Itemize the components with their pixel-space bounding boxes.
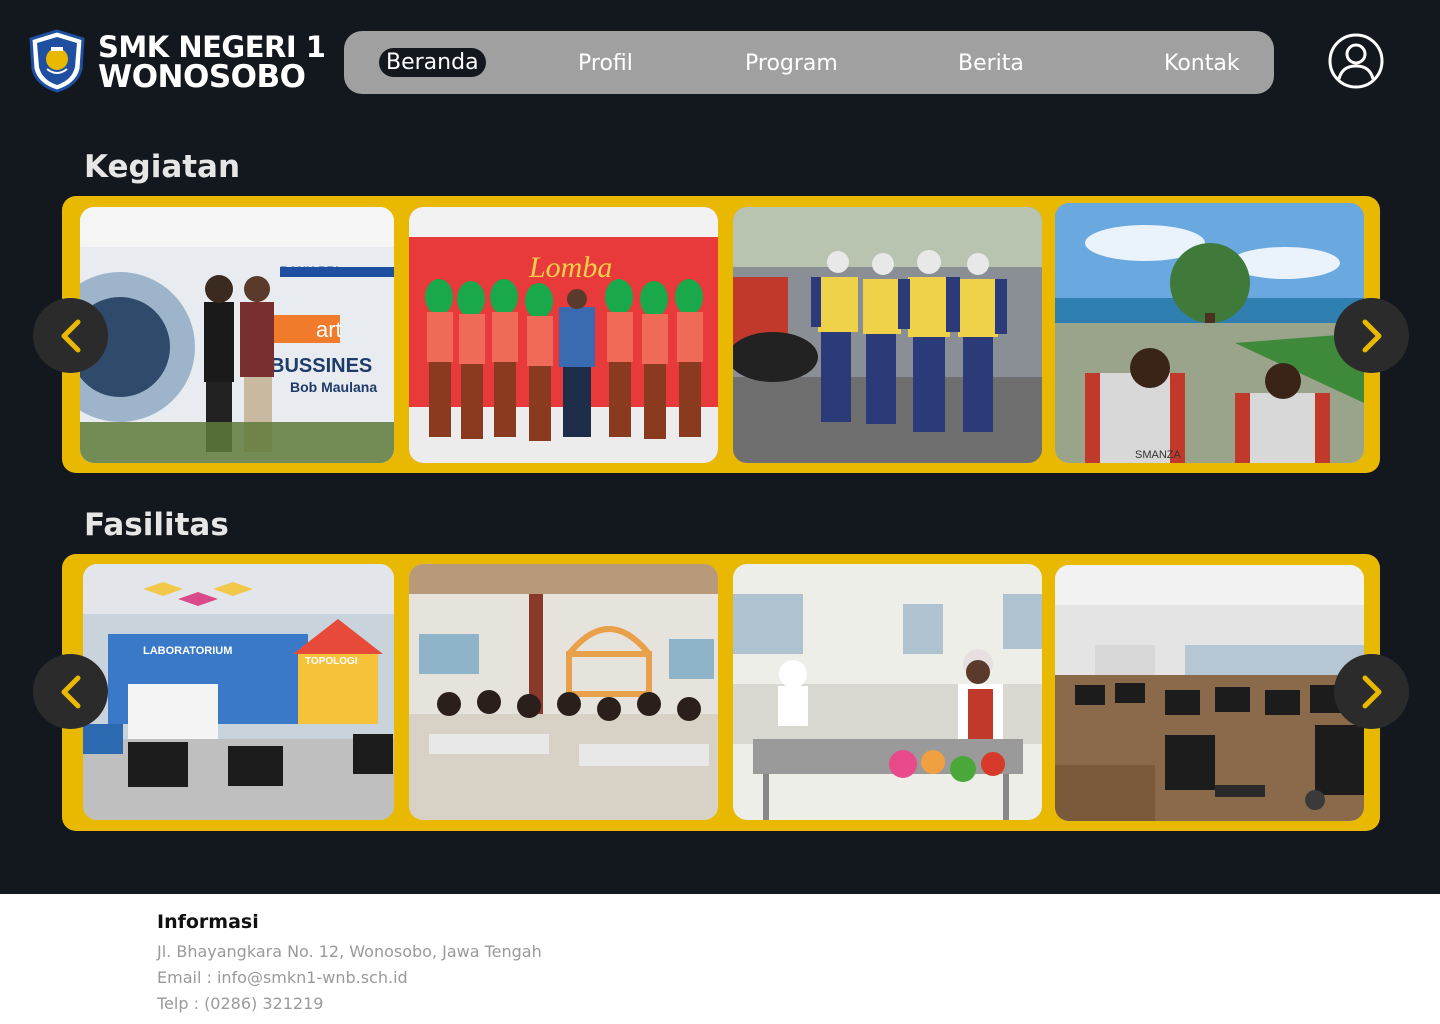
seminar-art-text: art (316, 317, 342, 342)
seminar-bank-text: BANK BRI (280, 264, 339, 278)
nav-item-profil[interactable]: Profil (578, 51, 633, 76)
kegiatan-photo-trip[interactable]: SMANZA (1055, 203, 1364, 463)
chevron-left-icon (61, 675, 80, 708)
nav-item-program[interactable]: Program (745, 51, 838, 76)
footer-address: Jl. Bhayangkara No. 12, Wonosobo, Jawa T… (157, 942, 542, 961)
user-profile-icon[interactable] (1328, 33, 1384, 89)
section-title-kegiatan: Kegiatan (84, 149, 241, 185)
main-nav: Beranda Profil Program Berita Kontak (344, 31, 1274, 94)
seminar-banner-sub: Bob Maulana (290, 379, 377, 395)
trip-shirt-text: SMANZA (1135, 449, 1182, 461)
brand-name: SMK NEGERI 1 WONOSOBO (98, 30, 326, 95)
topologi-sign-text: TOPOLOGI (305, 656, 358, 667)
section-title-fasilitas: Fasilitas (84, 507, 229, 543)
footer: Informasi Jl. Bhayangkara No. 12, Wonoso… (0, 894, 1440, 1024)
kegiatan-next-button[interactable] (1334, 298, 1409, 373)
chevron-right-icon (1362, 319, 1381, 352)
kegiatan-photo-seminar[interactable]: BANK BRI art BUSSINES Bob Maulana (80, 207, 394, 463)
fasilitas-next-button[interactable] (1334, 654, 1409, 729)
nav-item-berita[interactable]: Berita (958, 51, 1024, 76)
nav-item-beranda[interactable]: Beranda (379, 48, 486, 77)
kegiatan-photo-parade[interactable] (733, 207, 1042, 463)
chevron-left-icon (61, 319, 80, 352)
fasilitas-prev-button[interactable] (33, 654, 108, 729)
footer-phone[interactable]: Telp : (0286) 321219 (157, 994, 323, 1013)
footer-email[interactable]: Email : info@smkn1-wnb.sch.id (157, 968, 408, 987)
lab-sign-text: LABORATORIUM (143, 645, 232, 657)
nav-item-kontak[interactable]: Kontak (1164, 51, 1240, 76)
school-logo-icon (29, 29, 85, 93)
seminar-banner-text: BUSSINES (270, 355, 372, 377)
fasilitas-photo-computer-lab[interactable] (1055, 565, 1364, 821)
chevron-right-icon (1362, 675, 1381, 708)
lomba-banner-text: Lomba (528, 251, 612, 284)
fasilitas-photo-classroom[interactable] (409, 564, 718, 820)
footer-title: Informasi (157, 911, 259, 933)
brand-line-1: SMK NEGERI 1 (98, 30, 326, 64)
kegiatan-photo-lomba[interactable]: Lomba (409, 207, 718, 463)
kegiatan-prev-button[interactable] (33, 298, 108, 373)
fasilitas-photo-kitchen[interactable] (733, 564, 1042, 820)
fasilitas-photo-laboratorium[interactable]: LABORATORIUM TOPOLOGI (83, 564, 394, 820)
brand-line-2: WONOSOBO (98, 59, 306, 95)
